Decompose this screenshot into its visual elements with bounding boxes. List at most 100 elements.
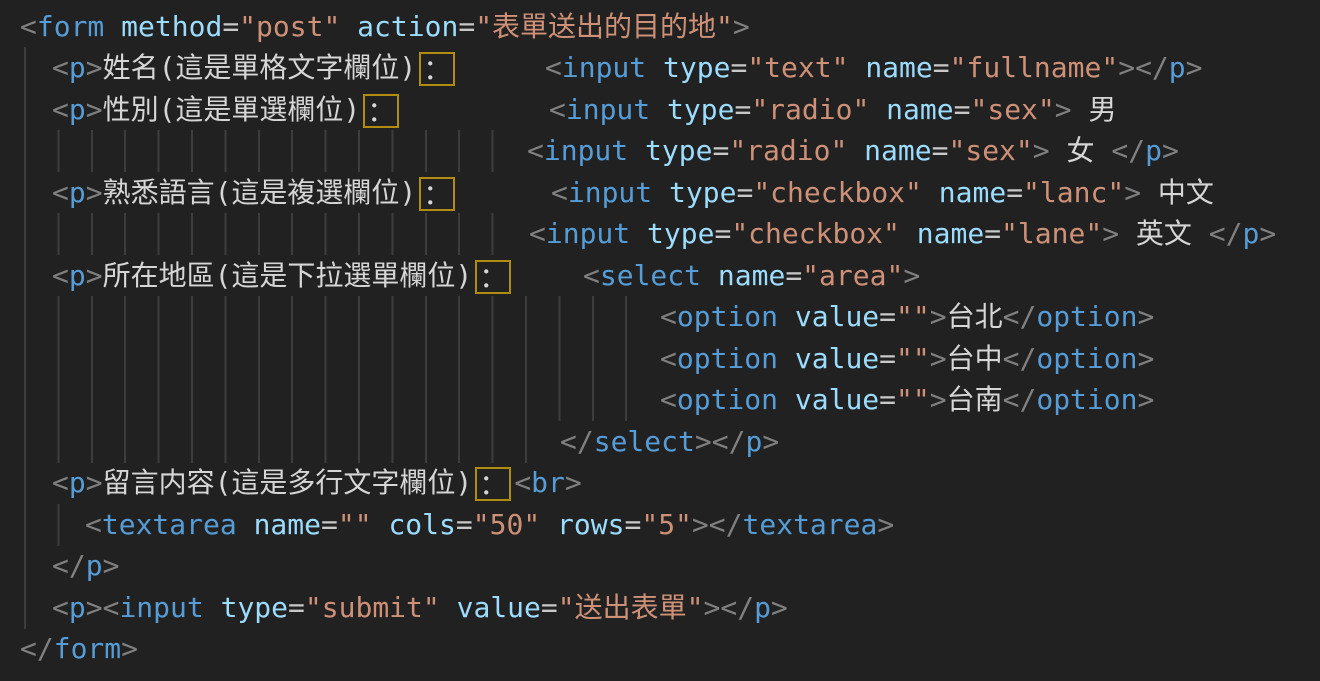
code-line[interactable]: </select></p> (0, 421, 1320, 463)
tag-bracket: </ (1135, 51, 1169, 84)
attr-value-string: "radio" (751, 93, 869, 126)
tag-bracket: > (86, 93, 103, 126)
equals-sign: = (222, 10, 239, 43)
code-line[interactable]: <option value="">台南</option> (0, 379, 1320, 421)
code-editor[interactable]: <form method="post" action="表單送出的目的地"><p… (0, 0, 1320, 681)
attr-value-string: "送出表單" (558, 591, 704, 624)
tag-bracket: > (762, 425, 779, 458)
code-line[interactable]: <p>性別(這是單選欄位)：<input type="radio" name="… (0, 89, 1320, 131)
indent-guides (24, 130, 516, 172)
attr-name: value (778, 383, 879, 416)
tag-bracket: </ (20, 632, 54, 665)
tag-bracket: > (565, 466, 582, 499)
code-line[interactable]: <p>姓名(這是單格文字欄位)：<input type="text" name=… (0, 47, 1320, 89)
code-line[interactable]: <textarea name="" cols="50" rows="5"></t… (0, 504, 1320, 546)
tag-bracket: </ (712, 425, 746, 458)
attr-name: name (701, 259, 785, 292)
tag-bracket: > (1259, 217, 1276, 250)
tag-name: p (1243, 217, 1260, 250)
equals-sign: = (288, 591, 305, 624)
equals-sign: = (879, 342, 896, 375)
tag-name: option (677, 342, 778, 375)
tag-name: textarea (102, 508, 237, 541)
tag-bracket: > (86, 466, 103, 499)
tag-bracket: > (86, 51, 103, 84)
text-content: 姓名(這是單格文字欄位) (103, 51, 417, 84)
equals-sign: = (712, 134, 729, 167)
code-segment: <p>性別(這是單選欄位)： (52, 89, 402, 131)
indent-guides (24, 421, 542, 463)
equals-sign: = (932, 134, 949, 167)
unicode-highlight-colon: ： (419, 177, 455, 211)
attr-value-string: "submit" (305, 591, 440, 624)
tag-bracket: < (660, 300, 677, 333)
tag-bracket: < (549, 93, 566, 126)
attr-value-string: "area" (802, 259, 903, 292)
tag-bracket: < (527, 134, 544, 167)
attr-name: action (340, 10, 458, 43)
attr-name: name (848, 51, 932, 84)
attr-name: rows (540, 508, 624, 541)
tag-name: input (546, 217, 630, 250)
code-line[interactable]: <option value="">台中</option> (0, 338, 1320, 380)
tag-bracket: </ (720, 591, 754, 624)
code-segment: <option value="">台北</option> (660, 296, 1154, 338)
code-line[interactable]: <input type="radio" name="sex"> 女 </p> (0, 130, 1320, 172)
tag-name: input (566, 93, 650, 126)
attr-value-string: "表單送出的目的地" (475, 10, 733, 43)
code-line[interactable]: <input type="checkbox" name="lane"> 英文 <… (0, 213, 1320, 255)
text-content: 台北 (947, 300, 1003, 333)
tag-bracket: > (1186, 51, 1203, 84)
tag-bracket: > (103, 549, 120, 582)
tag-bracket: </ (1003, 383, 1037, 416)
code-segment: <p>所在地區(這是下拉選單欄位)： (52, 255, 514, 297)
tag-bracket: > (733, 10, 750, 43)
tag-name: p (1169, 51, 1186, 84)
tag-name: p (754, 591, 771, 624)
tag-name: input (568, 176, 652, 209)
unicode-highlight-colon: ： (475, 467, 511, 501)
attr-name: type (650, 93, 734, 126)
indent-guides (24, 213, 520, 255)
code-line[interactable]: <p><input type="submit" value="送出表單"></p… (0, 587, 1320, 629)
attr-name: name (922, 176, 1006, 209)
attr-value-string: "checkbox" (753, 176, 922, 209)
tag-bracket: </ (709, 508, 743, 541)
tag-bracket: < (52, 466, 69, 499)
indent-guides (24, 587, 30, 629)
tag-name: p (69, 259, 86, 292)
indent-guides (24, 296, 648, 338)
equals-sign: = (933, 51, 950, 84)
attr-value-string: "sex" (948, 134, 1032, 167)
indent-guides (24, 338, 648, 380)
text-content: 所在地區(這是下拉選單欄位) (103, 259, 473, 292)
tag-name: textarea (743, 508, 878, 541)
tag-bracket: > (877, 508, 894, 541)
tag-bracket: > (121, 632, 138, 665)
code-segment: <select name="area"> (583, 255, 920, 297)
code-segment: <option value="">台南</option> (660, 379, 1154, 421)
code-line[interactable]: <p>留言内容(這是多行文字欄位)：<br> (0, 462, 1320, 504)
attr-name: value (440, 591, 541, 624)
tag-name: input (562, 51, 646, 84)
tag-bracket: > (903, 259, 920, 292)
text-content: 留言内容(這是多行文字欄位) (103, 466, 473, 499)
tag-name: p (69, 591, 86, 624)
code-segment: <form method="post" action="表單送出的目的地"> (20, 6, 750, 48)
attr-name: type (628, 134, 712, 167)
code-line[interactable]: </form> (0, 628, 1320, 670)
tag-bracket: </ (1003, 300, 1037, 333)
code-segment: </form> (20, 628, 138, 670)
attr-name: value (778, 342, 879, 375)
code-line[interactable]: <option value="">台北</option> (0, 296, 1320, 338)
tag-bracket: < (583, 259, 600, 292)
equals-sign: = (785, 259, 802, 292)
tag-bracket: < (545, 51, 562, 84)
tag-name: input (119, 591, 203, 624)
code-line[interactable]: <p>所在地區(這是下拉選單欄位)： <select name="area"> (0, 255, 1320, 297)
tag-bracket: > (1118, 51, 1135, 84)
equals-sign: = (730, 51, 747, 84)
code-line[interactable]: <form method="post" action="表單送出的目的地"> (0, 6, 1320, 48)
code-line[interactable]: </p> (0, 545, 1320, 587)
code-line[interactable]: <p>熟悉語言(這是複選欄位)：<input type="checkbox" n… (0, 172, 1320, 214)
